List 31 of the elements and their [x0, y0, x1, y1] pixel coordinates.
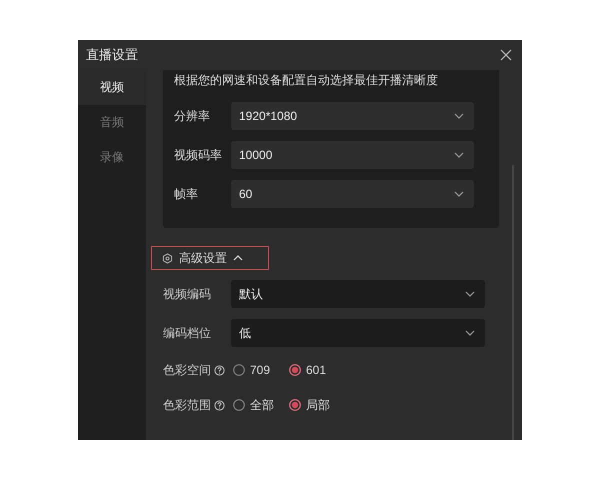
dropdown[interactable]: 低: [231, 319, 485, 347]
advanced-toggle[interactable]: 高级设置: [151, 246, 269, 270]
window-title: 直播设置: [86, 46, 138, 64]
chevron-icon: [454, 152, 464, 158]
radio-option[interactable]: 601: [287, 363, 343, 377]
help-icon[interactable]: [214, 364, 225, 376]
field-label: 视频编码: [163, 286, 211, 302]
field-label: 视频码率: [174, 146, 223, 164]
close-icon[interactable]: [500, 49, 512, 61]
dropdown[interactable]: 1920*1080: [231, 102, 474, 130]
chevron-icon: [454, 191, 464, 197]
help-icon[interactable]: [214, 400, 225, 410]
radio-option[interactable]: 全部: [231, 396, 287, 414]
field-label: 帧率: [174, 186, 199, 202]
sidebar-tab[interactable]: 录像: [78, 140, 146, 175]
field-label: 色彩空间: [163, 362, 211, 378]
field-label: 分辨率: [174, 108, 211, 124]
dropdown[interactable]: 10000: [231, 141, 474, 169]
chevron-icon: [454, 113, 464, 119]
dropdown[interactable]: 60: [231, 180, 474, 208]
sidebar-tab[interactable]: 视频: [78, 70, 146, 105]
hexagon-icon: [162, 252, 173, 264]
field-label: 色彩范围: [163, 396, 211, 414]
chevron-icon: [465, 291, 475, 297]
radio-option[interactable]: 局部: [287, 396, 343, 414]
hint-text: 根据您的网速和设备配置自动选择最佳开播清晰度: [174, 72, 439, 89]
field-label: 编码档位: [163, 324, 211, 342]
radio-option[interactable]: 709: [231, 363, 287, 377]
dropdown[interactable]: 默认: [231, 280, 485, 308]
sidebar-tab[interactable]: 音频: [78, 105, 146, 140]
chevron-icon: [465, 330, 475, 336]
